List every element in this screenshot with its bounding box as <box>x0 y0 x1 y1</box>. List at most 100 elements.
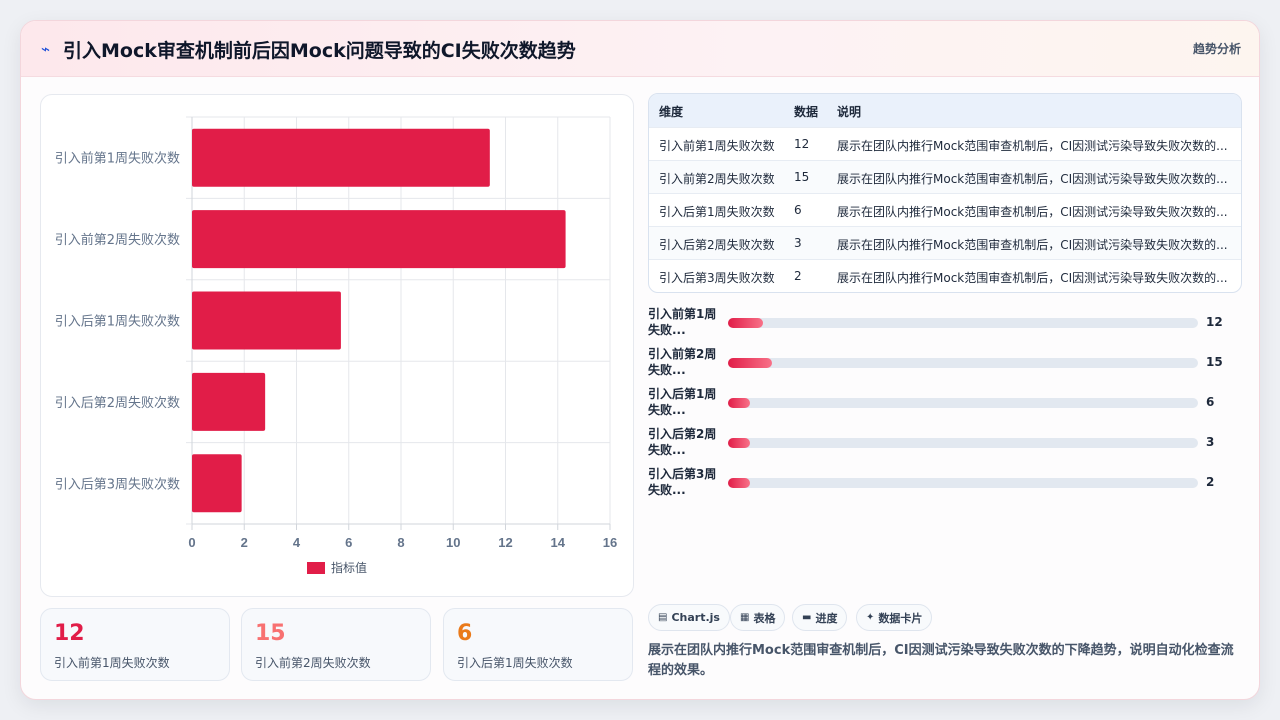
table-header-row: 维度 数据 说明 <box>649 94 1241 127</box>
column-header-note: 说明 <box>837 105 862 119</box>
table-row: 引入后第1周失败次数 6 展示在团队内推行Mock范围审查机制后，CI因测试污染… <box>649 193 1241 226</box>
bar <box>192 210 566 269</box>
progress-value: 2 <box>1206 475 1215 489</box>
tag-label: Chart.js <box>671 611 720 624</box>
progress-track <box>728 398 1198 408</box>
table-row: 引入前第1周失败次数 12 展示在团队内推行Mock范围审查机制后，CI因测试污… <box>649 127 1241 160</box>
x-tick-label: 2 <box>241 535 248 550</box>
cell-note: 展示在团队内推行Mock范围审查机制后，CI因测试污染导致失败次数的... <box>837 139 1228 153</box>
chart-icon: ▤ <box>658 612 668 623</box>
stat-value: 15 <box>255 621 286 646</box>
x-tick-label: 4 <box>293 535 301 550</box>
bar <box>192 454 242 513</box>
bar-chart-svg: 0 2 4 6 8 10 12 14 16 引入前第1周失败次数引入前第2周失败次数引入后第1周失… <box>55 116 617 575</box>
progress-fill <box>728 358 773 368</box>
progress-icon: ▬ <box>802 612 812 623</box>
cell-value: 3 <box>794 236 802 250</box>
cell-dimension: 引入后第1周失败次数 <box>659 205 775 219</box>
bar <box>192 128 490 187</box>
data-table: 维度 数据 说明 引入前第1周失败次数 12 展示在团队内推行Mock范围审查机… <box>648 93 1242 293</box>
cell-value: 15 <box>794 170 810 184</box>
table-row: 引入后第2周失败次数 3 展示在团队内推行Mock范围审查机制后，CI因测试污染… <box>649 226 1241 259</box>
progress-track <box>728 318 1198 328</box>
table-row: 引入后第3周失败次数 2 展示在团队内推行Mock范围审查机制后，CI因测试污染… <box>649 259 1241 292</box>
stat-card-3: 6 引入后第1周失败次数 <box>443 608 633 681</box>
tag-label: 进度 <box>815 611 838 625</box>
bar-chart: 0 2 4 6 8 10 12 14 16 引入前第1周失败次数 引入前第2周失败次数 引入后第1周失… <box>40 94 634 597</box>
y-category-label: 引入后第1周失败次数 <box>55 314 180 330</box>
progress-label: 引入后第2周失败... <box>648 427 717 457</box>
stat-label: 引入前第1周失败次数 <box>54 656 170 670</box>
x-tick-label: 14 <box>551 535 566 550</box>
cell-dimension: 引入后第3周失败次数 <box>659 271 775 285</box>
x-tick-label: 12 <box>498 535 512 550</box>
cell-value: 12 <box>794 137 810 151</box>
line-chart-icon: ⌁ <box>41 40 51 58</box>
progress-label: 引入后第3周失败... <box>648 467 717 497</box>
progress-value: 15 <box>1206 355 1223 369</box>
tag-progress[interactable]: ▬ 进度 <box>792 604 848 631</box>
y-category-label: 引入后第3周失败次数 <box>55 476 180 492</box>
cell-dimension: 引入后第2周失败次数 <box>659 238 775 252</box>
progress-label: 引入前第2周失败... <box>648 347 717 377</box>
bar <box>192 372 266 431</box>
stat-value: 12 <box>54 621 85 646</box>
stat-card-1: 12 引入前第1周失败次数 <box>40 608 230 681</box>
cell-value: 2 <box>794 269 802 283</box>
table-row: 引入前第2周失败次数 15 展示在团队内推行Mock范围审查机制后，CI因测试污… <box>649 160 1241 193</box>
progress-row: 引入前第2周失败... 15 <box>648 344 1242 378</box>
sparkle-icon: ✦ <box>866 612 875 623</box>
progress-row: 引入后第2周失败... 3 <box>648 424 1242 458</box>
legend-swatch <box>307 562 325 574</box>
y-category-label: 引入前第2周失败次数 <box>55 232 180 248</box>
x-tick-label: 8 <box>397 535 404 550</box>
bar <box>192 291 341 350</box>
column-header-dimension: 维度 <box>659 105 684 119</box>
progress-fill <box>728 438 751 448</box>
x-tick-label: 0 <box>188 535 195 550</box>
page-title: 引入Mock审查机制前后因Mock问题导致的CI失败次数趋势 <box>63 40 576 62</box>
cell-note: 展示在团队内推行Mock范围审查机制后，CI因测试污染导致失败次数的... <box>837 172 1228 186</box>
tag-label: 数据卡片 <box>878 611 923 625</box>
progress-fill <box>728 318 764 328</box>
progress-fill <box>728 398 751 408</box>
header-bar: ⌁ 引入Mock审查机制前后因Mock问题导致的CI失败次数趋势 趋势分析 <box>21 21 1259 77</box>
tag-data-card[interactable]: ✦ 数据卡片 <box>856 604 933 631</box>
progress-label: 引入前第1周失败... <box>648 307 717 337</box>
tag-chartjs[interactable]: ▤ Chart.js <box>648 604 730 631</box>
progress-value: 6 <box>1206 395 1215 409</box>
stat-value: 6 <box>457 621 473 646</box>
column-header-value: 数据 <box>794 105 819 119</box>
progress-track <box>728 358 1198 368</box>
tag-table[interactable]: ▦ 表格 <box>730 604 786 631</box>
stat-label: 引入后第1周失败次数 <box>457 656 573 670</box>
progress-track <box>728 478 1198 488</box>
chart-description: 展示在团队内推行Mock范围审查机制后，CI因测试污染导致失败次数的下降趋势，说… <box>648 643 1234 678</box>
progress-row: 引入后第3周失败... 2 <box>648 464 1242 498</box>
x-tick-label: 16 <box>603 535 617 550</box>
progress-track <box>728 438 1198 448</box>
cell-note: 展示在团队内推行Mock范围审查机制后，CI因测试污染导致失败次数的... <box>837 238 1228 252</box>
cell-note: 展示在团队内推行Mock范围审查机制后，CI因测试污染导致失败次数的... <box>837 205 1228 219</box>
table-icon: ▦ <box>740 612 750 623</box>
progress-row: 引入后第1周失败... 6 <box>648 384 1242 418</box>
stat-label: 引入前第2周失败次数 <box>255 656 371 670</box>
progress-value: 12 <box>1206 315 1223 329</box>
x-tick-label: 6 <box>345 535 352 550</box>
progress-value: 3 <box>1206 435 1215 449</box>
cell-dimension: 引入前第2周失败次数 <box>659 172 775 186</box>
stat-card-2: 15 引入前第2周失败次数 <box>241 608 431 681</box>
cell-value: 6 <box>794 203 802 217</box>
cell-dimension: 引入前第1周失败次数 <box>659 139 775 153</box>
x-tick-label: 10 <box>446 535 460 550</box>
trend-analysis-link[interactable]: 趋势分析 <box>1193 40 1241 57</box>
progress-row: 引入前第1周失败... 12 <box>648 304 1242 338</box>
tag-label: 表格 <box>753 611 776 625</box>
y-category-label: 引入前第1周失败次数 <box>55 151 180 167</box>
legend-label: 指标值 <box>331 560 367 575</box>
progress-label: 引入后第1周失败... <box>648 387 717 417</box>
cell-note: 展示在团队内推行Mock范围审查机制后，CI因测试污染导致失败次数的... <box>837 271 1228 285</box>
dashboard-card: ⌁ 引入Mock审查机制前后因Mock问题导致的CI失败次数趋势 趋势分析 0 2… <box>20 20 1260 700</box>
y-category-label: 引入后第2周失败次数 <box>55 395 180 411</box>
progress-fill <box>728 478 751 488</box>
